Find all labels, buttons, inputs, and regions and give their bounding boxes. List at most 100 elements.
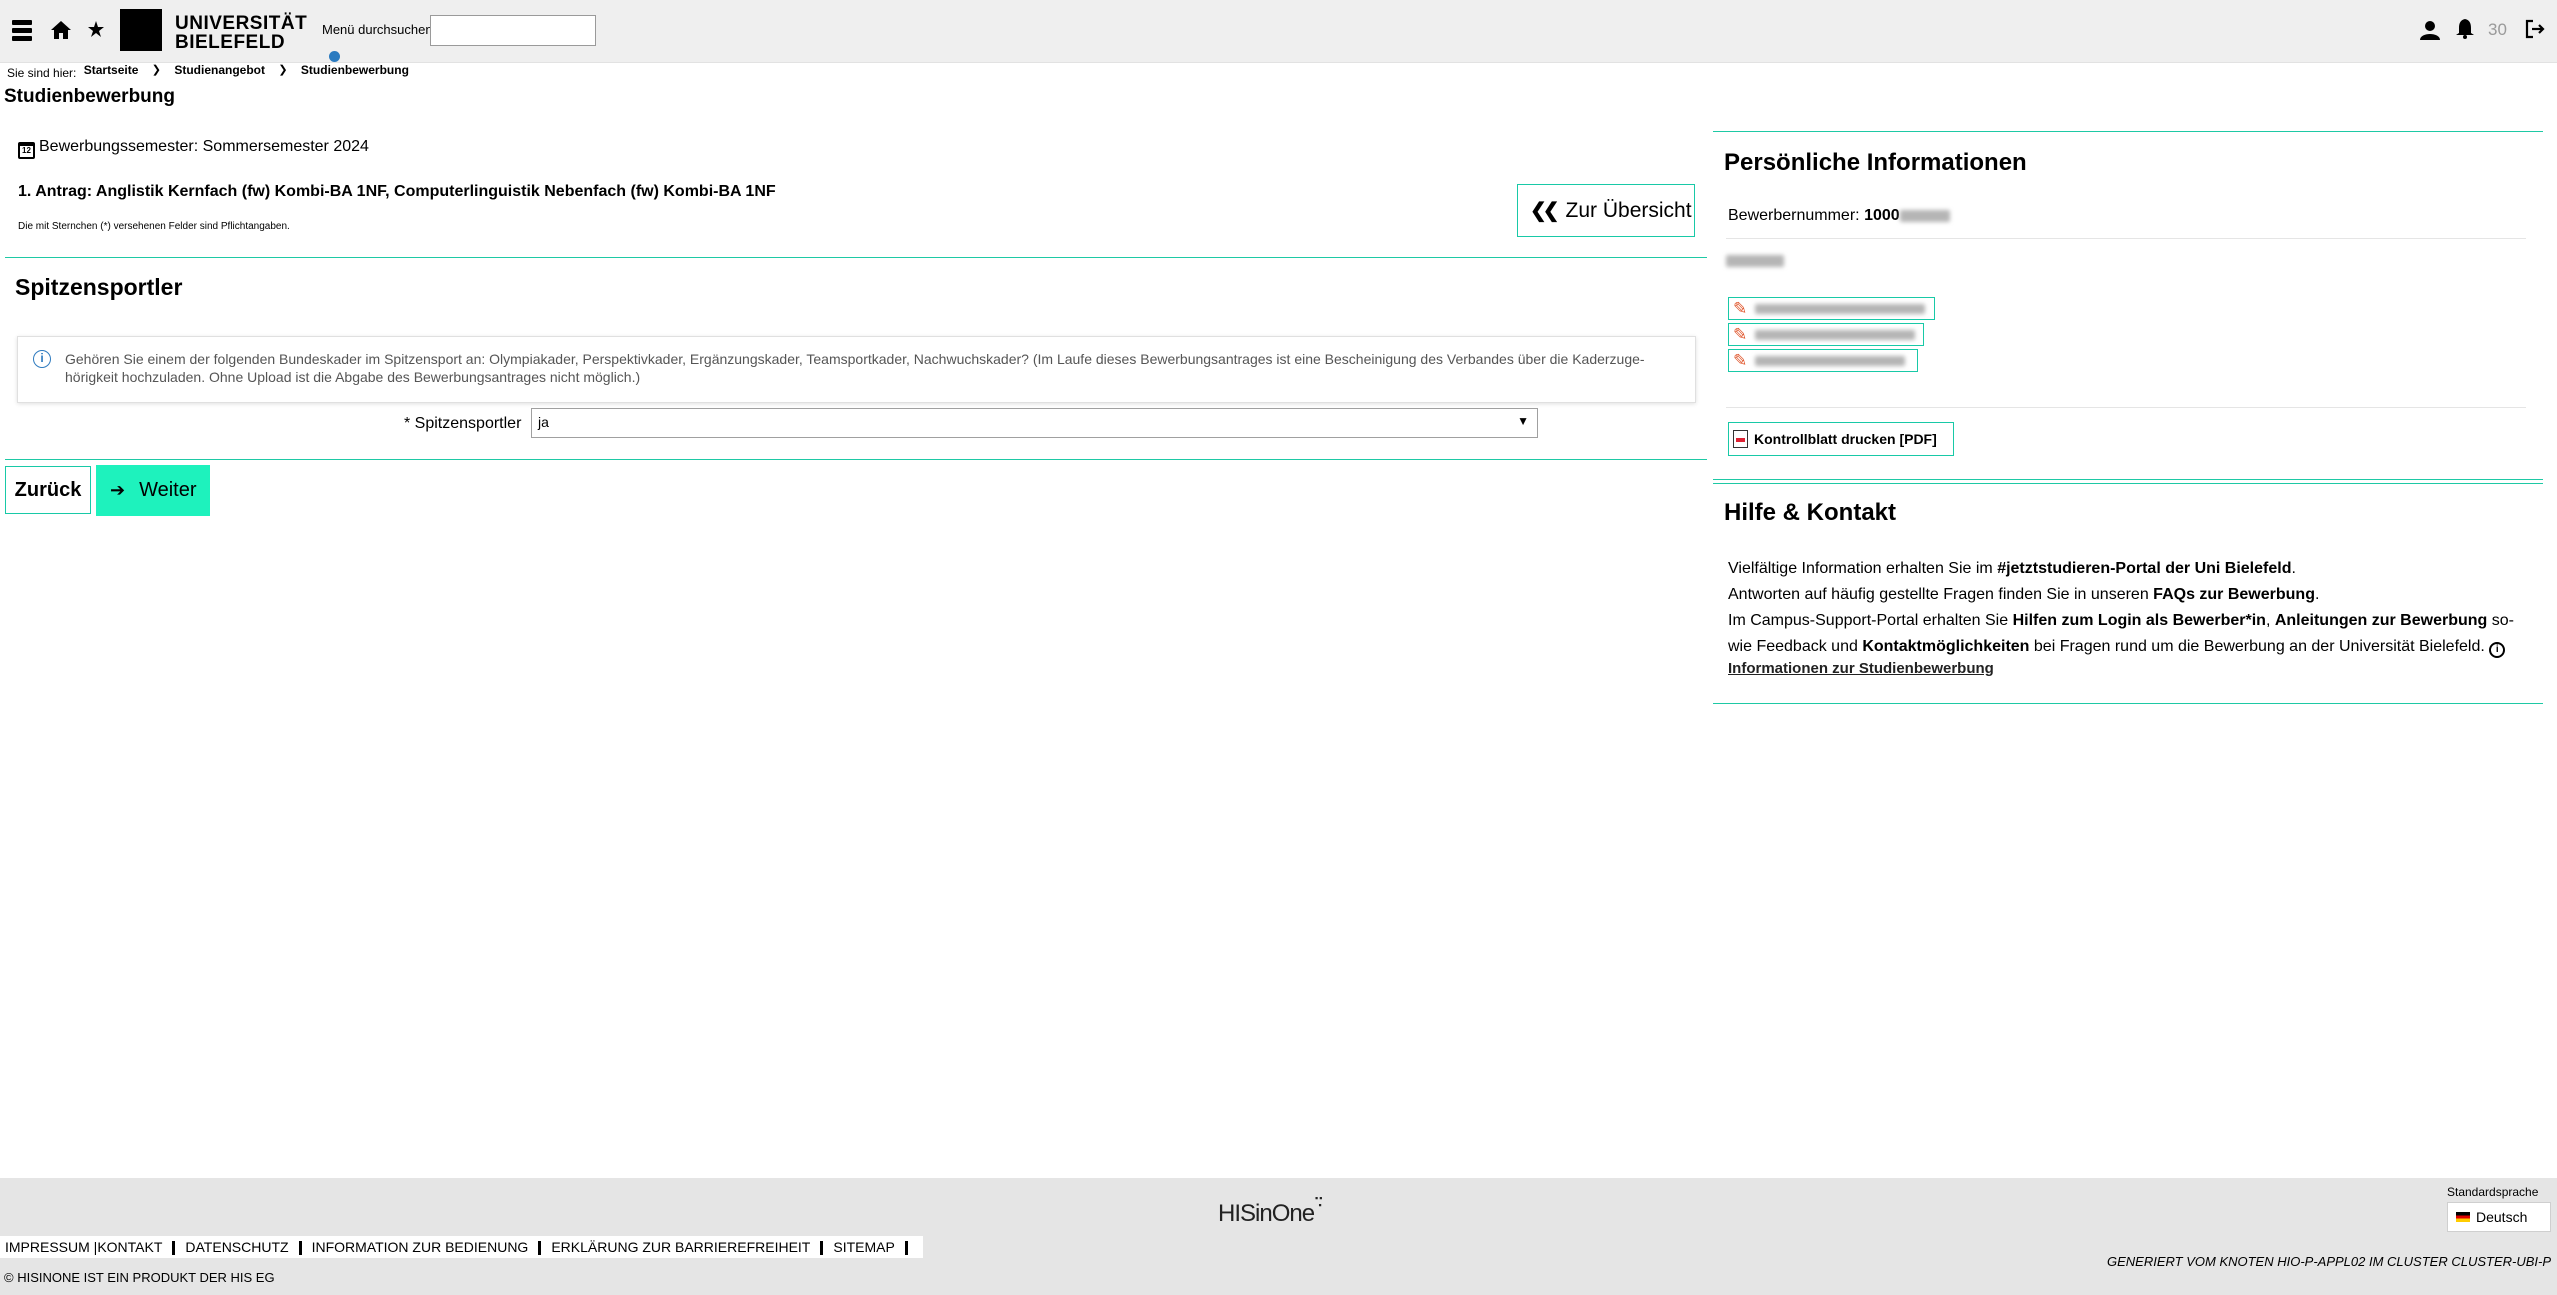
menu-search-label: Menü durchsuchen xyxy=(322,22,433,37)
help-line2-post: . xyxy=(2314,586,2320,603)
edit-phone-button[interactable]: ✎ xyxy=(1728,349,1918,372)
breadcrumb-startseite[interactable]: Startseite xyxy=(84,63,139,77)
arrow-right-icon: ➔ xyxy=(110,480,126,500)
divider-thin xyxy=(1726,407,2526,408)
applicant-number: Bewerbernummer: 1000 xyxy=(1728,207,1950,225)
footer-link-sitemap[interactable]: SITEMAP xyxy=(833,1239,894,1255)
help-line1: Vielfältige Information erhalten Sie im … xyxy=(1728,556,2518,582)
breadcrumb-separator-icon: ❯ xyxy=(278,64,288,76)
info-box: i Gehören Sie einem der folgenden Bundes… xyxy=(17,336,1696,403)
spitzensportler-label: * Spitzensportler xyxy=(404,415,522,432)
divider xyxy=(1713,479,2543,480)
semester-text: Bewerbungssemester: Sommersemester 2024 xyxy=(39,138,369,155)
chevron-down-icon: ▼ xyxy=(1517,414,1529,428)
footer-link-barrierefreiheit[interactable]: ERKLÄRUNG ZUR BARRIEREFREIHEIT xyxy=(551,1239,810,1255)
logo-line2: BIELEFELD xyxy=(175,32,286,53)
info-icon: i xyxy=(2489,642,2506,658)
help-title: Hilfe & Kontakt xyxy=(1724,499,1897,526)
semester-info: 12 Bewerbungssemester: Sommersemester 202… xyxy=(18,138,369,159)
footer-copyright: © HISINONE IST EIN PRODUKT DER HIS EG xyxy=(4,1270,275,1285)
redacted-text xyxy=(1755,329,1916,340)
divider-thin xyxy=(1726,238,2526,239)
university-logo-mark[interactable] xyxy=(120,9,162,51)
footer-link-datenschutz[interactable]: DATENSCHUTZ xyxy=(185,1239,288,1255)
help-line3-post: so- xyxy=(2487,612,2514,629)
footer-separator xyxy=(172,1241,176,1255)
language-selector-value: Deutsch xyxy=(2476,1209,2528,1225)
breadcrumb: Sie sind hier: Startseite ❯ Studienangeb… xyxy=(7,63,409,81)
star-icon[interactable] xyxy=(88,21,104,42)
print-control-sheet-label: Kontrollblatt drucken [PDF] xyxy=(1754,431,1937,447)
overview-button-label: Zur Übersicht xyxy=(1565,198,1692,222)
pencil-icon: ✎ xyxy=(1733,325,1748,344)
redacted-text xyxy=(1755,355,1906,366)
applicant-name xyxy=(1726,252,1784,270)
applicant-number-label: Bewerbernummer: xyxy=(1728,207,1860,224)
contact-link[interactable]: Kontaktmöglichkeiten xyxy=(1862,638,2029,655)
jetztstudieren-link[interactable]: #jetztstudieren-Portal der Uni Bielefeld xyxy=(1997,560,2291,577)
personal-info-title: Persönliche Informationen xyxy=(1724,149,2027,176)
breadcrumb-prefix: Sie sind hier: xyxy=(7,66,77,80)
redacted-text xyxy=(1755,303,1926,314)
footer-separator xyxy=(538,1241,542,1255)
notification-count: 30 xyxy=(2488,20,2507,39)
cursor-indicator-icon xyxy=(329,51,340,62)
section-title: Spitzensportler xyxy=(15,274,183,300)
edit-address-button[interactable]: ✎ xyxy=(1728,297,1935,320)
help-line1-pre: Vielfältige Information erhalten Sie im xyxy=(1728,560,1998,577)
user-icon[interactable] xyxy=(2420,20,2440,45)
breadcrumb-studienangebot[interactable]: Studienangebot xyxy=(174,63,265,77)
double-chevron-left-icon: ❮❮ xyxy=(1530,200,1559,222)
footer-generated-info: GENERIERT VOM KNOTEN HIO-P-APPL02 IM CLU… xyxy=(2107,1254,2551,1269)
required-note: Die mit Sternchen (*) versehenen Felder … xyxy=(18,221,290,232)
logo-line1: UNIVERSITÄT xyxy=(175,13,308,34)
next-button[interactable]: ➔ Weiter xyxy=(96,465,210,516)
footer: HISinOne ▪▪ ▪ IMPRESSUM |KONTAKT DATENSCH… xyxy=(0,1178,2557,1295)
german-flag-icon xyxy=(2456,1212,2470,1222)
spitzensportler-select-value: ja xyxy=(538,414,549,430)
antrag-title: 1. Antrag: Anglistik Kernfach (fw) Kombi… xyxy=(18,183,776,200)
edit-email-button[interactable]: ✎ xyxy=(1728,323,1924,346)
help-line4-post: bei Fragen rund um die Bewerbung an der … xyxy=(2029,638,2485,655)
redacted-text xyxy=(1899,209,1950,222)
footer-separator xyxy=(820,1241,824,1255)
spitzensportler-select[interactable]: ja ▼ xyxy=(531,408,1538,438)
faq-link[interactable]: FAQs zur Bewerbung xyxy=(2153,586,2315,603)
calendar-icon: 12 xyxy=(18,142,35,159)
info-text-line2: hörigkeit hochzuladen. Ohne Upload ist d… xyxy=(65,369,641,385)
logo-dots-icon: ▪▪ ▪ xyxy=(1315,1193,1324,1210)
help-line3-sep: , xyxy=(2265,612,2275,629)
footer-link-impressum[interactable]: IMPRESSUM |KONTAKT xyxy=(5,1239,162,1255)
divider xyxy=(1713,483,2543,484)
help-line2-pre: Antworten auf häufig gestellte Fragen fi… xyxy=(1728,586,2154,603)
footer-links: IMPRESSUM |KONTAKT DATENSCHUTZ INFORMATION… xyxy=(0,1236,923,1258)
footer-link-bedienung[interactable]: INFORMATION ZUR BEDIENUNG xyxy=(312,1239,529,1255)
login-help-link[interactable]: Hilfen zum Login als Bewerber*in xyxy=(2013,612,2266,629)
divider xyxy=(5,459,1707,460)
application-info-link[interactable]: Informationen zur Studienbewerbung xyxy=(1728,660,1994,677)
print-control-sheet-button[interactable]: Kontrollblatt drucken [PDF] xyxy=(1728,422,1954,456)
logout-icon[interactable] xyxy=(2525,19,2545,44)
redacted-text xyxy=(1726,254,1784,267)
applicant-number-value: 1000 xyxy=(1864,207,1900,224)
bell-icon[interactable] xyxy=(2456,19,2474,44)
page-title: Studienbewerbung xyxy=(4,86,175,107)
info-icon: i xyxy=(33,350,51,368)
divider xyxy=(1713,131,2543,132)
divider xyxy=(5,257,1707,258)
language-label: Standardsprache xyxy=(2447,1185,2539,1199)
footer-separator xyxy=(904,1241,908,1255)
help-text: Vielfältige Information erhalten Sie im … xyxy=(1728,556,2518,678)
home-icon[interactable] xyxy=(51,21,71,44)
overview-button[interactable]: ❮❮ Zur Übersicht xyxy=(1517,184,1695,237)
pencil-icon: ✎ xyxy=(1733,351,1748,370)
menu-search-input[interactable] xyxy=(430,15,596,46)
menu-icon[interactable] xyxy=(12,20,32,47)
help-line1-post: . xyxy=(2291,560,2296,577)
back-button[interactable]: Zurück xyxy=(5,466,91,514)
help-line5: Informationen zur Studienbewerbung xyxy=(1728,660,2518,678)
university-logo-text[interactable]: UNIVERSITÄT BIELEFELD xyxy=(175,14,307,52)
breadcrumb-studienbewerbung: Studienbewerbung xyxy=(300,63,409,77)
language-selector[interactable]: Deutsch xyxy=(2447,1202,2551,1232)
application-guide-link[interactable]: Anleitungen zur Bewerbung xyxy=(2275,612,2487,629)
